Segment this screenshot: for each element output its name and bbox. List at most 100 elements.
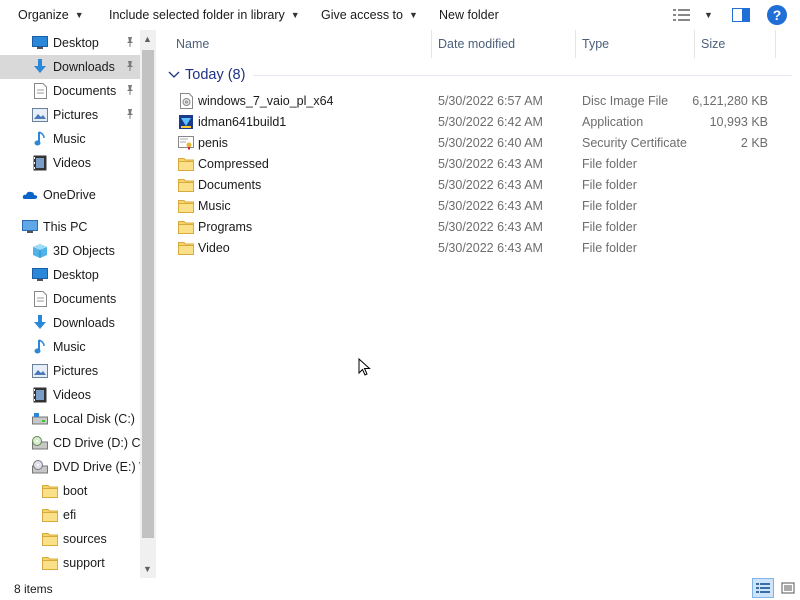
certificate-icon <box>178 135 194 151</box>
nav-item-pc-local-disk-c-[interactable]: Local Disk (C:) <box>0 407 140 431</box>
column-header-type[interactable]: Type <box>576 30 695 58</box>
file-name: Music <box>198 198 231 213</box>
help-icon[interactable]: ? <box>767 5 787 25</box>
file-size: 10,993 KB <box>709 114 768 129</box>
downloads-icon <box>32 315 48 331</box>
nav-item-videos[interactable]: Videos <box>0 151 140 175</box>
chevron-down-icon: ▼ <box>290 10 300 20</box>
file-name-cell: idman641build1 <box>178 111 428 132</box>
file-row[interactable]: Video 5/30/2022 6:43 AM File folder <box>160 237 792 258</box>
file-row[interactable]: penis 5/30/2022 6:40 AM Security Certifica… <box>160 132 792 153</box>
file-name: penis <box>198 135 228 150</box>
file-size <box>680 195 768 216</box>
include-in-library-button[interactable]: Include selected folder in library ▼ <box>101 0 308 30</box>
local-disk-icon <box>32 411 48 427</box>
file-row[interactable]: Documents 5/30/2022 6:43 AM File folder <box>160 174 792 195</box>
onedrive-icon <box>22 187 38 203</box>
file-name-cell: Video <box>178 237 428 258</box>
column-header-date[interactable]: Date modified <box>432 30 576 58</box>
chevron-down-icon: ▼ <box>704 10 713 20</box>
nav-item-label: Documents <box>53 84 117 98</box>
scroll-up-icon[interactable]: ▲ <box>143 34 152 44</box>
pin-icon <box>124 60 136 72</box>
file-size <box>680 153 768 174</box>
nav-item-label: efi <box>63 508 77 522</box>
file-date: 5/30/2022 6:57 AM <box>438 93 543 108</box>
nav-item-pc-videos[interactable]: Videos <box>0 383 140 407</box>
nav-item-label: This PC <box>43 220 88 234</box>
scroll-thumb[interactable] <box>142 50 154 538</box>
group-label: Today (8) <box>185 67 246 83</box>
nav-item-label: Local Disk (C:) <box>53 412 135 426</box>
nav-item-pc-downloads[interactable]: Downloads <box>0 311 140 335</box>
nav-item-dvd-efi[interactable]: efi <box>0 503 140 527</box>
folder-icon <box>42 507 58 523</box>
3d-objects-icon <box>32 243 48 259</box>
column-date-label: Date modified <box>438 37 516 51</box>
music-icon <box>32 131 48 147</box>
nav-item-music[interactable]: Music <box>0 127 140 151</box>
file-size <box>680 216 768 237</box>
pin-icon <box>124 108 136 120</box>
nav-item-pictures[interactable]: Pictures <box>0 103 140 127</box>
videos-icon <box>32 387 48 403</box>
nav-item-dvd-boot[interactable]: boot <box>0 479 140 503</box>
nav-item-label: Downloads <box>53 316 115 330</box>
column-header-name[interactable]: Name <box>170 30 432 58</box>
nav-item-onedrive[interactable]: OneDrive <box>0 183 140 207</box>
preview-pane-button[interactable] <box>730 6 752 24</box>
documents-icon <box>32 291 48 307</box>
mouse-cursor-icon <box>358 358 371 376</box>
file-row[interactable]: Programs 5/30/2022 6:43 AM File folder <box>160 216 792 237</box>
file-name-cell: Compressed <box>178 153 428 174</box>
folder-icon <box>42 531 58 547</box>
nav-item-label: Pictures <box>53 108 99 122</box>
desktop-icon <box>32 35 48 51</box>
file-size <box>680 174 768 195</box>
nav-item-documents[interactable]: Documents <box>0 79 140 103</box>
column-header-size[interactable]: Size <box>695 30 776 58</box>
pin-icon <box>124 84 136 96</box>
nav-item-pc-3d-objects[interactable]: 3D Objects <box>0 239 140 263</box>
status-bar: 8 items <box>0 578 800 600</box>
music-icon <box>32 339 48 355</box>
file-row[interactable]: windows_7_vaio_pl_x64 5/30/2022 6:57 AM Di… <box>160 90 792 111</box>
organize-button[interactable]: Organize ▼ <box>10 0 92 30</box>
nav-item-desktop[interactable]: Desktop <box>0 31 140 55</box>
file-row[interactable]: Compressed 5/30/2022 6:43 AM File folder <box>160 153 792 174</box>
nav-item-downloads[interactable]: Downloads <box>0 55 140 79</box>
chevron-down-icon: ▼ <box>74 10 84 20</box>
chevron-down-icon <box>168 71 180 78</box>
nav-item-pc-music[interactable]: Music <box>0 335 140 359</box>
group-header-today[interactable]: Today (8) <box>160 64 792 86</box>
nav-item-dvd-support[interactable]: support <box>0 551 140 575</box>
nav-item-pc-desktop[interactable]: Desktop <box>0 263 140 287</box>
nav-item-label: OneDrive <box>43 188 96 202</box>
cd-drive-icon <box>32 435 48 451</box>
details-view-button[interactable] <box>752 578 774 598</box>
nav-item-pc-dvd-drive-e-w[interactable]: DVD Drive (E:) W <box>0 455 140 479</box>
nav-item-this-pc[interactable]: This PC <box>0 215 140 239</box>
nav-item-pc-documents[interactable]: Documents <box>0 287 140 311</box>
change-view-button[interactable]: ▼ <box>672 0 713 30</box>
file-row[interactable]: idman641build1 5/30/2022 6:42 AM Applicati… <box>160 111 792 132</box>
nav-item-label: Desktop <box>53 36 99 50</box>
nav-item-dvd-sources[interactable]: sources <box>0 527 140 551</box>
scroll-down-icon[interactable]: ▼ <box>143 564 152 574</box>
give-access-label: Give access to <box>321 8 403 22</box>
preview-pane-icon <box>732 8 750 22</box>
file-name: Documents <box>198 177 262 192</box>
nav-item-pc-cd-drive-d-cp[interactable]: CD Drive (D:) CP <box>0 431 140 455</box>
column-type-label: Type <box>582 37 610 51</box>
pin-icon <box>124 36 136 48</box>
file-date: 5/30/2022 6:43 AM <box>438 198 543 213</box>
navigation-scrollbar[interactable]: ▲ ▼ <box>140 30 156 578</box>
large-icons-view-button[interactable] <box>778 578 798 598</box>
nav-item-pc-pictures[interactable]: Pictures <box>0 359 140 383</box>
new-folder-button[interactable]: New folder <box>431 0 507 30</box>
column-headers: Name Date modified Type Size <box>160 30 800 58</box>
file-row[interactable]: Music 5/30/2022 6:43 AM File folder <box>160 195 792 216</box>
folder-icon <box>178 219 194 235</box>
file-name-cell: penis <box>178 132 428 153</box>
give-access-button[interactable]: Give access to ▼ <box>313 0 426 30</box>
